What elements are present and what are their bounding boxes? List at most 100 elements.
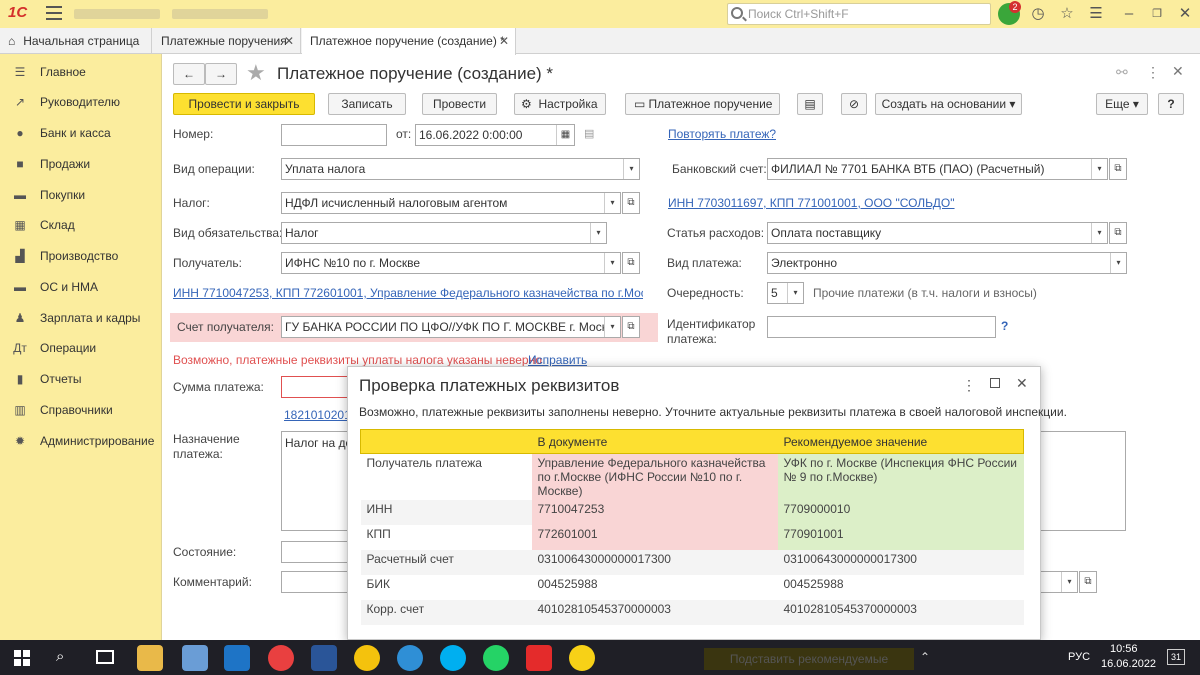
- yandex-icon[interactable]: [526, 645, 552, 671]
- operation-select[interactable]: Уплата налога ▾: [281, 158, 640, 180]
- purpose-textarea-right[interactable]: [1040, 431, 1126, 531]
- close-icon[interactable]: ✕: [1176, 5, 1194, 23]
- purpose-textarea[interactable]: Налог на до: [281, 431, 351, 531]
- obligation-select[interactable]: Налог ▾: [281, 222, 607, 244]
- whatsapp-icon[interactable]: [483, 645, 509, 671]
- sidebar-item-assets[interactable]: ▬ ОС и НМА: [12, 277, 98, 297]
- sidebar-item-main[interactable]: ☰ Главное: [12, 62, 86, 82]
- skype-icon[interactable]: [440, 645, 466, 671]
- dialog-maximize-icon[interactable]: [990, 378, 1000, 388]
- app-icon[interactable]: [182, 645, 208, 671]
- dialog-close-icon[interactable]: ✕: [1016, 375, 1028, 392]
- edge-icon[interactable]: [224, 645, 250, 671]
- open-expense-icon[interactable]: ⧉: [1109, 222, 1127, 244]
- search-input[interactable]: Поиск Ctrl+Shift+F: [727, 3, 991, 25]
- print-payment-order-button[interactable]: ▭ Платежное поручение: [625, 93, 780, 115]
- amount-input[interactable]: [281, 376, 351, 398]
- priority-select[interactable]: 5 ▾: [767, 282, 804, 304]
- search-icon[interactable]: ⌕: [56, 648, 64, 665]
- chevron-down-icon[interactable]: ▾: [604, 253, 620, 273]
- sidebar-item-reports[interactable]: ▮ Отчеты: [12, 369, 82, 389]
- chevron-down-icon[interactable]: ▾: [590, 223, 606, 243]
- identifier-help-icon[interactable]: ?: [1001, 319, 1008, 333]
- identifier-input[interactable]: [767, 316, 996, 338]
- number-input[interactable]: [281, 124, 387, 146]
- more-button[interactable]: Еще ▾: [1096, 93, 1148, 115]
- language-indicator[interactable]: РУС: [1068, 651, 1090, 663]
- forward-button[interactable]: →: [205, 63, 237, 85]
- close-tab-icon[interactable]: ✕: [284, 28, 294, 54]
- comment-input[interactable]: [281, 571, 351, 593]
- sidebar-item-bank[interactable]: ● Банк и касса: [12, 123, 110, 143]
- post-and-close-button[interactable]: Провести и закрыть: [173, 93, 315, 115]
- attach-icon[interactable]: ⊘: [841, 93, 867, 115]
- 1c-icon[interactable]: [569, 645, 595, 671]
- settings-button[interactable]: ⚙ Настройка: [514, 93, 606, 115]
- more-vert-icon[interactable]: ⋮: [1146, 64, 1160, 81]
- sidebar-item-production[interactable]: ▟ Производство: [12, 246, 118, 266]
- notification-center-icon[interactable]: 31: [1167, 649, 1185, 665]
- apply-recommended-button[interactable]: Подставить рекомендуемые значения: [704, 648, 914, 670]
- restore-icon[interactable]: ❐: [1148, 5, 1166, 23]
- comment-input-right[interactable]: ▾: [1040, 571, 1078, 593]
- back-button[interactable]: ←: [173, 63, 205, 85]
- calendar-icon[interactable]: ▦: [556, 125, 574, 145]
- payment-type-select[interactable]: Электронно ▾: [767, 252, 1127, 274]
- bank-account-select[interactable]: ФИЛИАЛ № 7701 БАНКА ВТБ (ПАО) (Расчетный…: [767, 158, 1108, 180]
- organization-link[interactable]: ИНН 7703011697, КПП 771001001, ООО "СОЛЬ…: [668, 196, 955, 210]
- tax-select[interactable]: НДФЛ исчисленный налоговым агентом ▾: [281, 192, 621, 214]
- link-icon[interactable]: ⚯: [1116, 64, 1128, 81]
- chevron-down-icon[interactable]: ▾: [1091, 159, 1107, 179]
- ie-icon[interactable]: [397, 645, 423, 671]
- chevron-down-icon[interactable]: ▾: [604, 317, 620, 337]
- yandex-browser-icon[interactable]: [268, 645, 294, 671]
- tab-payment-orders[interactable]: Платежные поручения ✕: [153, 28, 301, 54]
- state-input[interactable]: [281, 541, 351, 563]
- dialog-more-icon[interactable]: ⋮: [962, 377, 976, 394]
- sidebar-item-admin[interactable]: ✹ Администрирование: [12, 431, 154, 451]
- star-icon[interactable]: ☆: [1058, 5, 1076, 23]
- sidebar-item-salary[interactable]: ♟ Зарплата и кадры: [12, 308, 141, 328]
- close-tab-icon[interactable]: ✕: [499, 28, 509, 54]
- history-icon[interactable]: ◷: [1029, 5, 1047, 23]
- create-based-on-button[interactable]: Создать на основании ▾: [875, 93, 1022, 115]
- sidebar-item-operations[interactable]: Дт Операции: [12, 338, 96, 358]
- minimize-icon[interactable]: –: [1120, 5, 1138, 23]
- recipient-details-link[interactable]: ИНН 7710047253, КПП 772601001, Управлени…: [173, 286, 643, 300]
- expense-select[interactable]: Оплата поставщику ▾: [767, 222, 1108, 244]
- open-bank-account-icon[interactable]: ⧉: [1109, 158, 1127, 180]
- open-recipient-icon[interactable]: ⧉: [622, 252, 640, 274]
- open-account-icon[interactable]: ⧉: [622, 316, 640, 338]
- favorite-star-icon[interactable]: ★: [246, 60, 266, 86]
- tray-arrow-icon[interactable]: ⌃: [920, 650, 930, 664]
- close-form-icon[interactable]: ✕: [1172, 63, 1184, 80]
- windows-start-icon[interactable]: [14, 650, 30, 666]
- chevron-down-icon[interactable]: ▾: [623, 159, 639, 179]
- open-comment-icon[interactable]: ⧉: [1079, 571, 1097, 593]
- chevron-down-icon[interactable]: ▾: [1091, 223, 1107, 243]
- task-view-icon[interactable]: [96, 650, 114, 664]
- sidebar-item-sales[interactable]: ■ Продажи: [12, 154, 90, 174]
- chevron-down-icon[interactable]: ▾: [1110, 253, 1126, 273]
- tab-payment-order-new[interactable]: Платежное поручение (создание) * ✕: [302, 28, 516, 55]
- help-button[interactable]: ?: [1158, 93, 1184, 115]
- word-icon[interactable]: [311, 645, 337, 671]
- recipient-select[interactable]: ИФНС №10 по г. Москве ▾: [281, 252, 621, 274]
- save-button[interactable]: Записать: [328, 93, 406, 115]
- fix-link[interactable]: Исправить: [528, 353, 587, 367]
- chrome-icon[interactable]: [354, 645, 380, 671]
- calendar-list-icon[interactable]: ▤: [584, 127, 594, 140]
- open-tax-icon[interactable]: ⧉: [622, 192, 640, 214]
- account-select[interactable]: ГУ БАНКА РОССИИ ПО ЦФО//УФК ПО Г. МОСКВЕ…: [281, 316, 621, 338]
- explorer-icon[interactable]: [137, 645, 163, 671]
- chevron-down-icon[interactable]: ▾: [604, 193, 620, 213]
- repeat-payment-link[interactable]: Повторять платеж?: [668, 127, 776, 141]
- chevron-down-icon[interactable]: ▾: [1061, 572, 1077, 592]
- sidebar-item-purchases[interactable]: ▬ Покупки: [12, 185, 85, 205]
- structure-icon[interactable]: ▤: [797, 93, 823, 115]
- date-input[interactable]: 16.06.2022 0:00:00 ▦: [415, 124, 575, 146]
- sidebar-item-warehouse[interactable]: ▦ Склад: [12, 215, 74, 235]
- menu-lines-icon[interactable]: ☰: [1087, 5, 1105, 23]
- sidebar-item-director[interactable]: ↗ Руководителю: [12, 92, 120, 112]
- main-menu-icon[interactable]: [46, 6, 62, 20]
